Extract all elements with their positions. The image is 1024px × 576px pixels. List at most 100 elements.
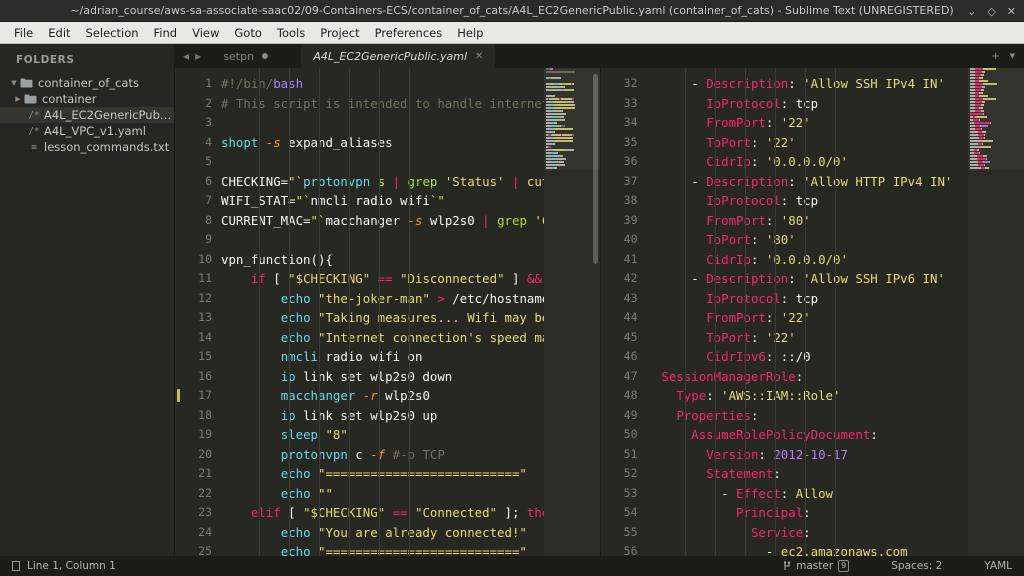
code-content-right[interactable]: - Description: 'Allow SSH IPv4 IN' IpPro… (647, 68, 969, 556)
code-token (221, 466, 281, 481)
code-line: ToPort: '22' (647, 133, 969, 153)
code-line: echo "" (221, 484, 544, 504)
tree-file[interactable]: /*A4L_VPC_v1.yaml (0, 123, 174, 139)
syntax-mode[interactable]: YAML (984, 560, 1012, 572)
code-token: | (393, 174, 400, 189)
minimap-right[interactable] (968, 68, 1024, 556)
editor-tab[interactable]: A4L_EC2GenericPublic.yaml✕ (301, 44, 495, 68)
code-token: : (781, 96, 796, 111)
code-token: elif (251, 505, 281, 520)
code-token: '22' (781, 115, 811, 130)
menu-item-file[interactable]: File (7, 24, 40, 42)
code-token (311, 486, 318, 501)
code-token: echo (281, 330, 311, 345)
menu-item-help[interactable]: Help (450, 24, 490, 42)
code-token: ] (505, 271, 527, 286)
minimap-left[interactable] (544, 68, 600, 556)
indent-guide (685, 68, 686, 556)
close-icon[interactable]: ✕ (1007, 6, 1016, 17)
menu-bar: FileEditSelectionFindViewGotoToolsProjec… (0, 22, 1024, 44)
code-token: IpProtocol (706, 291, 781, 306)
code-token: IpProtocol (706, 96, 781, 111)
code-line: Service: (647, 523, 969, 543)
code-token (311, 525, 318, 540)
minimap-viewport[interactable] (544, 68, 600, 170)
editor-pane-right[interactable]: 3233343536373839404142434445464748495051… (600, 68, 1024, 556)
code-line: echo "You are already connected!" (221, 523, 544, 543)
code-token: s (370, 174, 392, 189)
code-token (385, 447, 392, 462)
menu-item-preferences[interactable]: Preferences (368, 24, 450, 42)
code-token: link set wlp2s0 up (296, 408, 438, 423)
line-number: 54 (601, 503, 647, 523)
menu-item-view[interactable]: View (185, 24, 226, 42)
code-token: wlp2s0 (378, 388, 430, 403)
menu-item-goto[interactable]: Goto (227, 24, 269, 42)
editor-pane-left[interactable]: 1234567891011121314151617181920212223242… (175, 68, 600, 556)
code-token (221, 291, 281, 306)
code-line: - ec2.amazonaws.com (647, 542, 969, 556)
file-icon: /* (26, 126, 42, 137)
line-number: 49 (601, 406, 647, 426)
code-token (400, 174, 407, 189)
indent-guide (775, 68, 776, 556)
code-token (355, 388, 362, 403)
code-token (647, 252, 707, 267)
status-bar: Line 1, Column 1 master 9 Spaces: 2 YAML (0, 556, 1024, 576)
code-token: : (766, 310, 781, 325)
code-token: '0.0.0.0/0' (766, 252, 848, 267)
code-token: "" (318, 486, 333, 501)
tab-prev-icon[interactable]: ◀ (183, 52, 189, 61)
line-number: 5 (175, 152, 221, 172)
tree-file[interactable]: /*A4L_EC2GenericPublic.yaml (0, 107, 174, 123)
indent-guide (409, 68, 410, 556)
chevron-down-icon[interactable]: ▼ (8, 79, 20, 87)
line-number: 37 (601, 172, 647, 192)
menu-item-find[interactable]: Find (147, 24, 185, 42)
code-content-left[interactable]: #!/bin/bash# This script is intended to … (221, 68, 544, 556)
code-line: sleep "8" (221, 425, 544, 445)
code-token (647, 330, 707, 345)
line-number: 48 (601, 386, 647, 406)
chevron-right-icon[interactable]: ▶ (12, 95, 24, 103)
menu-item-selection[interactable]: Selection (79, 24, 146, 42)
code-token: "Connected" (415, 505, 497, 520)
editor-tab[interactable]: setpn (211, 44, 301, 68)
cursor-position[interactable]: Line 1, Column 1 (27, 560, 116, 572)
tree-file[interactable]: ≡lesson_commands.txt (0, 139, 174, 155)
tab-next-icon[interactable]: ▶ (195, 52, 201, 61)
code-line: ToPort: '80' (647, 230, 969, 250)
code-line: Type: 'AWS::IAM::Role' (647, 386, 969, 406)
git-branch-name: master (796, 560, 833, 572)
code-token: 'Allow SSH IPv4 IN' (803, 76, 945, 91)
new-tab-icon[interactable]: + (991, 51, 999, 62)
code-token: "Taking measures... Wifi may be (318, 310, 544, 325)
menu-item-edit[interactable]: Edit (41, 24, 77, 42)
code-line: - Description: 'Allow SSH IPv6 IN' (647, 269, 969, 289)
window-title: ~/adrian_course/aws-sa-associate-saac02/… (70, 4, 953, 17)
code-token: 'AWS::IAM::Role' (721, 388, 840, 403)
minimize-icon[interactable]: ⌄ (967, 6, 976, 17)
tab-close-icon[interactable]: ✕ (475, 51, 483, 62)
minimap-viewport[interactable] (968, 68, 1024, 170)
code-line: ToPort: '22' (647, 328, 969, 348)
editor-panes: 1234567891011121314151617181920212223242… (175, 68, 1024, 556)
code-token (647, 505, 737, 520)
tree-folder[interactable]: ▶container (0, 91, 174, 107)
git-branch[interactable]: master 9 (783, 560, 849, 572)
indent-guide (379, 68, 380, 556)
code-line: shopt -s expand_aliases (221, 133, 544, 153)
tab-menu-caret-icon[interactable]: ▼ (1010, 52, 1015, 60)
code-line: Principal: (647, 503, 969, 523)
sidebar-toggle-icon[interactable] (12, 561, 20, 571)
code-token: the (527, 505, 544, 520)
code-line: elif [ "$CHECKING" == "Connected" ]; the (221, 503, 544, 523)
unsaved-dot-icon[interactable] (262, 53, 268, 59)
line-number: 14 (175, 328, 221, 348)
tree-folder[interactable]: ▼container_of_cats (0, 75, 174, 91)
menu-item-tools[interactable]: Tools (270, 24, 312, 42)
code-token: expand_aliases (281, 135, 393, 150)
menu-item-project[interactable]: Project (313, 24, 366, 42)
maximize-icon[interactable]: ◇ (987, 6, 995, 17)
indent-setting[interactable]: Spaces: 2 (891, 560, 942, 572)
